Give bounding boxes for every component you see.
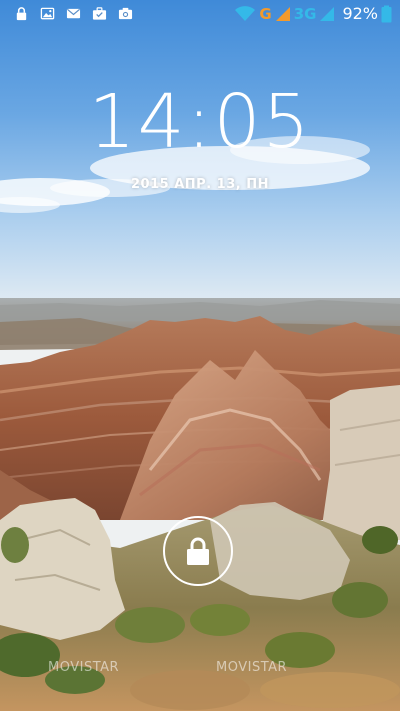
briefcase-icon [92, 7, 107, 20]
carrier-label-sim2: MOVISTAR [216, 660, 288, 675]
battery-percent: 92% [342, 4, 378, 23]
network-type-g: G [259, 5, 272, 23]
padlock-icon [187, 537, 209, 565]
image-icon [40, 7, 55, 20]
lockscreen-clock: 14:05 [88, 79, 312, 165]
lockscreen-date: 2015 АПР. 13, ПН [131, 177, 269, 192]
carrier-label-sim1: MOVISTAR [48, 660, 120, 675]
camera-icon [118, 7, 133, 20]
signal-strength-icon-2 [320, 7, 335, 21]
status-bar: G 3G 92% [0, 0, 400, 28]
notification-icons [14, 6, 133, 21]
unlock-handle[interactable] [163, 516, 233, 586]
network-type-3g: 3G [293, 5, 317, 23]
wifi-icon [235, 6, 256, 21]
lock-screen: G 3G 92% 14:05 2015 АПР. 13, ПН MOVISTAR… [0, 0, 400, 711]
system-indicators: G 3G 92% [234, 4, 392, 24]
signal-strength-icon-1 [275, 7, 290, 21]
mail-icon [66, 8, 81, 19]
lock-icon [16, 7, 27, 21]
battery-icon [381, 5, 392, 23]
